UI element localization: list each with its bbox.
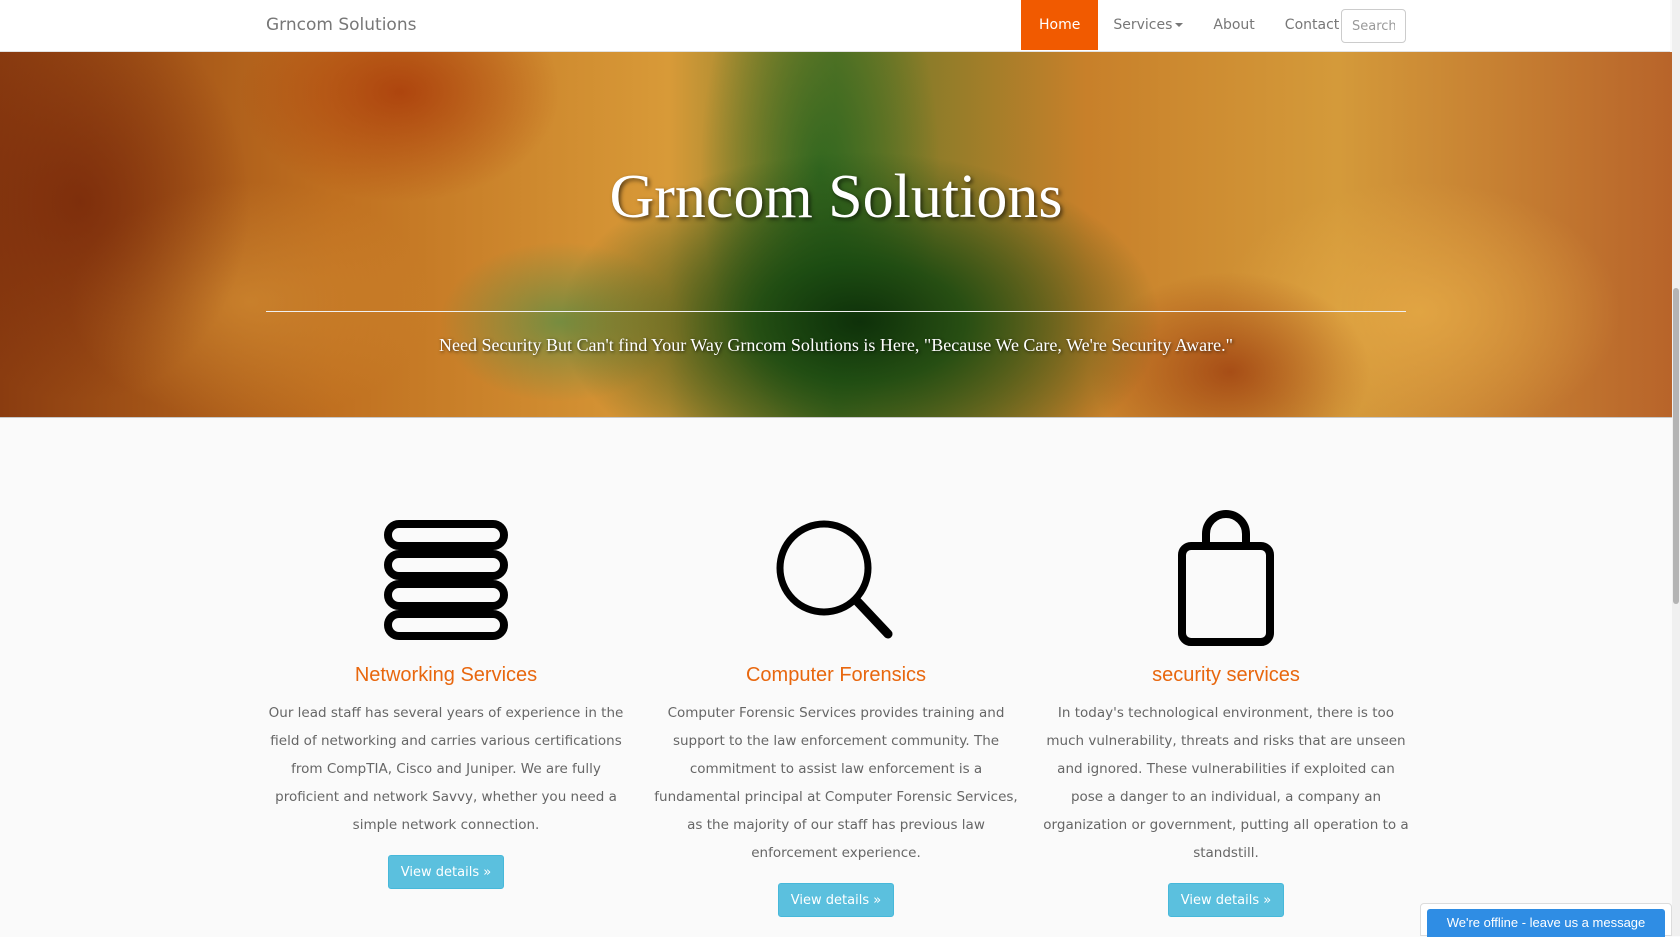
hero-divider [266, 311, 1406, 312]
feature-title: security services [1152, 664, 1300, 686]
feature-title: Networking Services [354, 664, 538, 686]
search-icon [776, 520, 893, 639]
nav-home-label: Home [1039, 17, 1081, 33]
feature-networking: Networking Services Our lead staff has s… [261, 510, 631, 889]
shopping-bag-icon [1178, 510, 1274, 646]
nav-contact-label: Contact [1284, 17, 1340, 33]
feature-description: Computer Forensic Services provides trai… [654, 705, 1018, 861]
scrollbar-thumb[interactable] [1673, 288, 1679, 604]
view-details-button[interactable]: View details » [777, 883, 895, 917]
feature-forensics: Computer Forensics Computer Forensic Ser… [651, 510, 1021, 917]
feature-description: In today's technological environment, th… [1043, 705, 1409, 861]
feature-title: Computer Forensics [745, 664, 927, 686]
nav-services-dropdown[interactable]: Services [1098, 0, 1198, 50]
view-details-button[interactable]: View details » [387, 855, 505, 889]
hero-subtitle: Need Security But Can't find Your Way Gr… [438, 335, 1234, 355]
feature-security: security services In today's technologic… [1041, 510, 1411, 917]
brand-link[interactable]: Grncom Solutions [266, 15, 416, 35]
menu-lines-icon [384, 520, 508, 640]
nav-about[interactable]: About [1198, 0, 1269, 50]
nav-about-label: About [1213, 17, 1255, 33]
chat-widget: We're offline - leave us a message [1420, 903, 1672, 937]
chat-offline-button[interactable]: We're offline - leave us a message [1427, 909, 1665, 937]
view-details-button[interactable]: View details » [1167, 883, 1285, 917]
feature-description: Our lead staff has several years of expe… [268, 705, 624, 833]
search-input[interactable] [1341, 9, 1406, 43]
hero-title: Grncom Solutions [609, 163, 1063, 231]
nav-services-label: Services [1113, 17, 1173, 33]
nav-home[interactable]: Home [1021, 0, 1099, 50]
navbar: Grncom Solutions Home Services About Con… [0, 0, 1670, 52]
hero-banner: Grncom Solutions Need Security But Can't… [0, 52, 1672, 418]
main-nav: Home Services About Contact [1021, 0, 1354, 50]
caret-down-icon [1175, 23, 1184, 27]
